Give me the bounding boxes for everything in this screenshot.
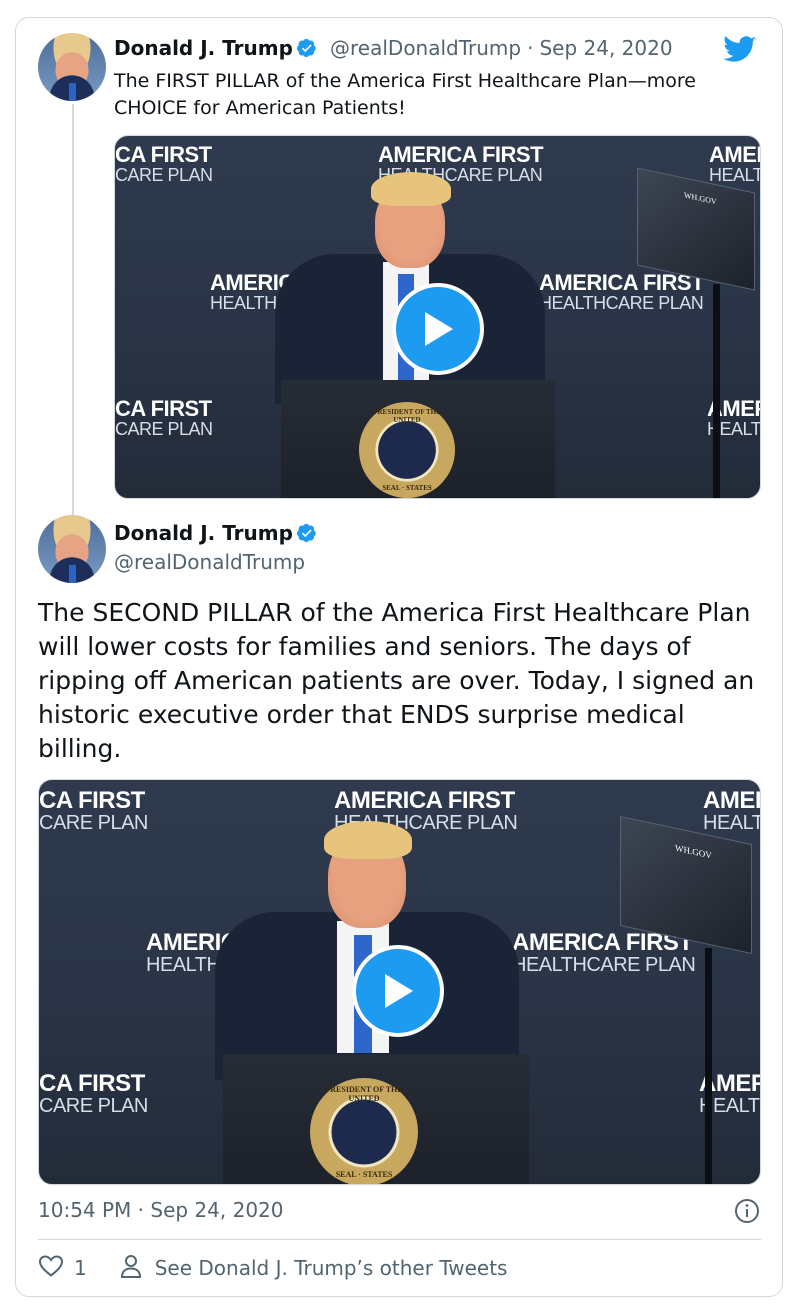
- backdrop-text: CARE PLAN: [39, 812, 148, 834]
- tweet1-header: Donald J. Trump @realDonaldTrump · Sep 24,…: [114, 36, 673, 62]
- person-icon[interactable]: [119, 1253, 143, 1284]
- seal-text: PRESIDENT OF THE UNITED: [325, 1085, 403, 1103]
- see-other-tweets-link[interactable]: See Donald J. Trump’s other Tweets: [155, 1256, 508, 1280]
- tweet1-text: The FIRST PILLAR of the America First He…: [114, 70, 696, 119]
- info-icon[interactable]: [734, 1198, 760, 1228]
- tweet2-name-row: Donald J. Trump: [114, 521, 317, 547]
- backdrop-text: HEALTHCARE PLAN: [512, 954, 696, 976]
- tweet2-text: The SECOND PILLAR of the America First H…: [38, 598, 755, 763]
- heart-icon[interactable]: [38, 1254, 64, 1283]
- speaker-hair: [324, 821, 412, 859]
- backdrop-text: CARE PLAN: [39, 1095, 148, 1117]
- backdrop-text: HEALT: [709, 165, 761, 185]
- backdrop-text: HEALT: [703, 812, 761, 834]
- video-player[interactable]: CA FIRST CARE PLAN AMERICA FIRST HEALTHC…: [38, 779, 761, 1185]
- tweet-actions: 1 See Donald J. Trump’s other Tweets: [38, 1254, 507, 1282]
- backdrop-text: CARE PLAN: [115, 419, 213, 439]
- play-button[interactable]: [352, 945, 444, 1037]
- wh-gov-label: WH.GOV: [684, 190, 717, 207]
- backdrop-text: CA FIRST: [39, 787, 145, 814]
- backdrop-text: AMEI: [703, 787, 761, 814]
- separator: ·: [527, 36, 534, 60]
- backdrop-text: AMERICA FIRST: [334, 787, 515, 814]
- like-count[interactable]: 1: [74, 1256, 87, 1280]
- avatar[interactable]: [38, 515, 106, 583]
- seal-text: SEAL · STATES: [335, 1170, 393, 1179]
- author-name[interactable]: Donald J. Trump: [114, 521, 293, 545]
- presidential-seal: PRESIDENT OF THE UNITED SEAL · STATES: [359, 402, 455, 498]
- backdrop-text: HEALTHCARE PLAN: [539, 293, 704, 313]
- twitter-bird-icon[interactable]: [723, 36, 757, 68]
- author-name[interactable]: Donald J. Trump: [114, 36, 293, 60]
- play-icon: [385, 974, 413, 1008]
- verified-badge-icon: [296, 523, 317, 547]
- tweet-timestamp[interactable]: 10:54 PM · Sep 24, 2020: [38, 1198, 284, 1222]
- seal-text: PRESIDENT OF THE UNITED: [373, 408, 441, 424]
- play-icon: [425, 312, 453, 346]
- verified-badge-icon: [296, 38, 317, 62]
- thread-line: [72, 104, 74, 522]
- teleprompter-pole: [713, 284, 720, 498]
- tweet-date[interactable]: Sep 24, 2020: [539, 36, 672, 60]
- teleprompter-pole: [705, 948, 712, 1184]
- wh-gov-label: WH.GOV: [675, 842, 712, 861]
- backdrop-text: CA FIRST: [39, 1070, 145, 1097]
- play-button[interactable]: [392, 283, 484, 375]
- divider: [38, 1239, 761, 1240]
- backdrop-text: CARE PLAN: [115, 165, 213, 185]
- video-player[interactable]: CA FIRST CARE PLAN AMERICA FIRST HEALTHC…: [114, 135, 761, 499]
- speaker-hair: [371, 172, 451, 206]
- avatar[interactable]: [38, 33, 106, 101]
- author-handle[interactable]: @realDonaldTrump: [330, 36, 521, 60]
- seal-text: SEAL · STATES: [382, 484, 432, 492]
- presidential-seal: PRESIDENT OF THE UNITED SEAL · STATES: [310, 1078, 418, 1184]
- author-handle[interactable]: @realDonaldTrump: [114, 550, 305, 574]
- tweet-thread-card: Donald J. Trump @realDonaldTrump · Sep 24,…: [15, 17, 783, 1297]
